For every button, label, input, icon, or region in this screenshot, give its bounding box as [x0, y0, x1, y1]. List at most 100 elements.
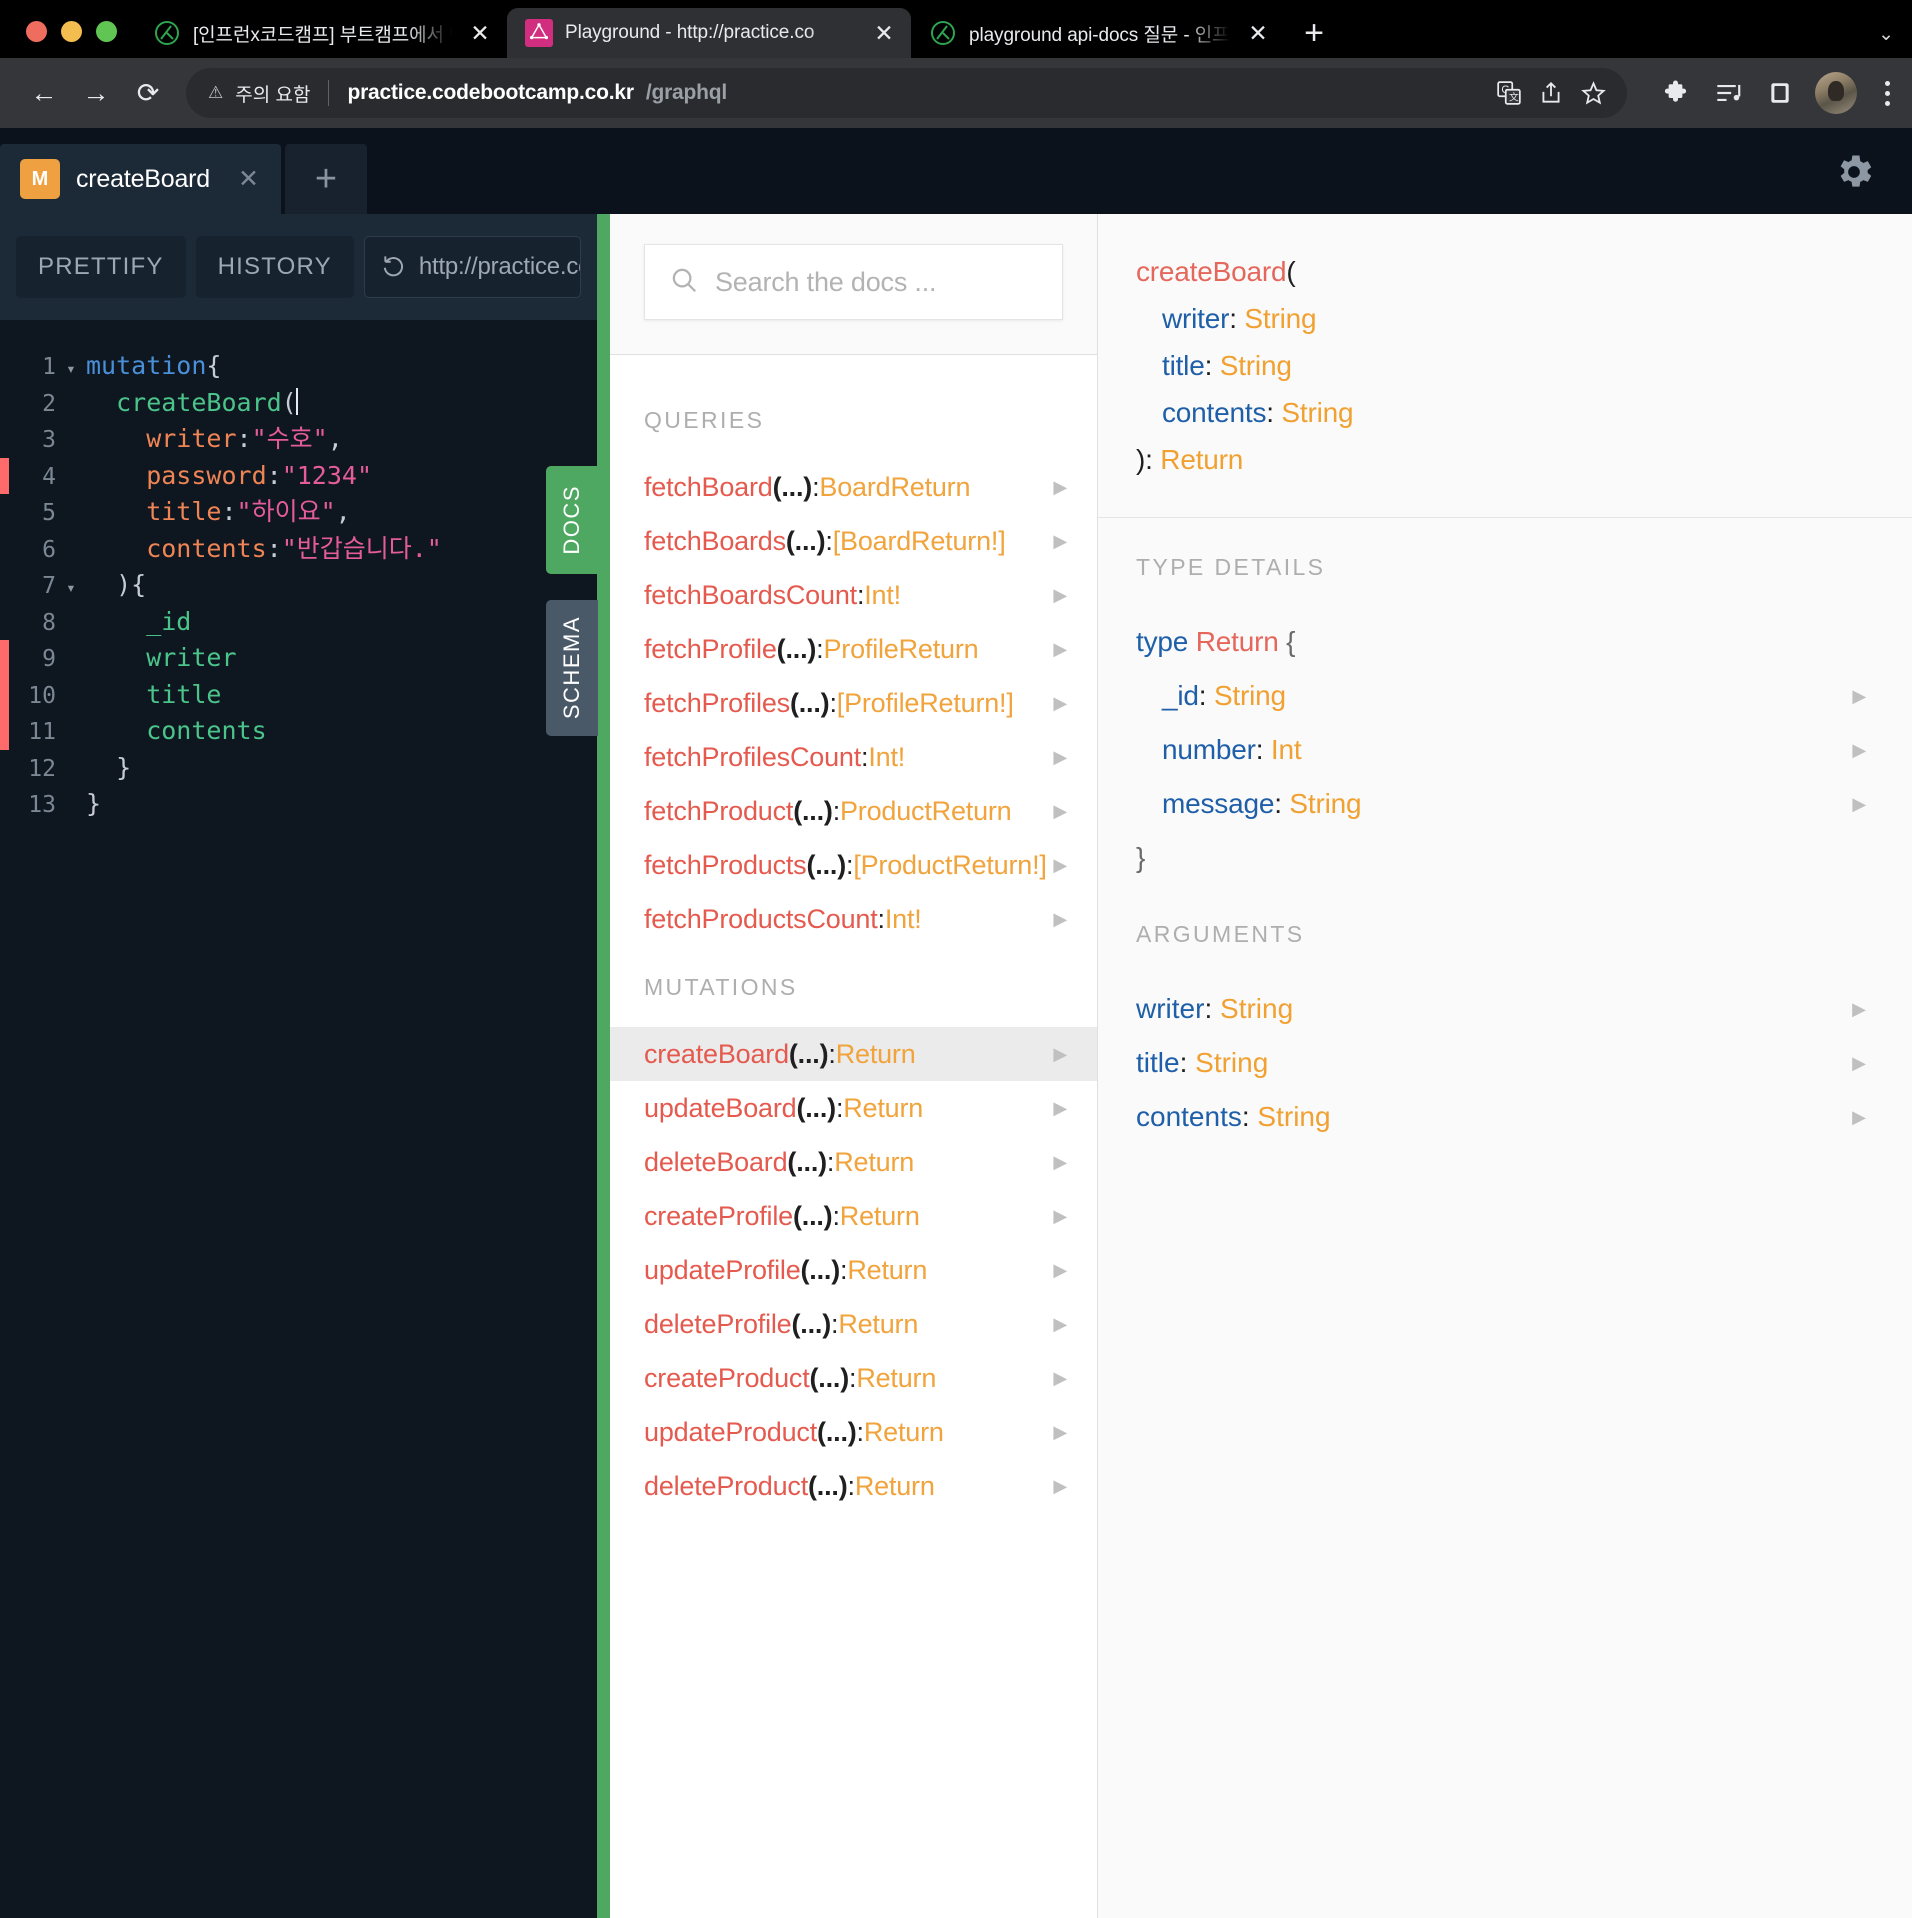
- argument-row[interactable]: writer: String ▶: [1136, 982, 1874, 1036]
- type-field-row[interactable]: _id: String ▶: [1136, 669, 1874, 723]
- docs-field-colon: :: [849, 1362, 857, 1393]
- endpoint-input[interactable]: http://practice.codeboo: [363, 236, 581, 298]
- chevron-right-icon[interactable]: ▶: [1053, 531, 1067, 552]
- chevron-right-icon[interactable]: ▶: [1852, 1036, 1874, 1090]
- chevron-right-icon[interactable]: ▶: [1053, 585, 1067, 606]
- docs-field-item[interactable]: fetchProfiles (...): [ProfileReturn!] ▶: [610, 676, 1097, 730]
- chevron-right-icon[interactable]: ▶: [1053, 855, 1067, 876]
- browser-tab-3[interactable]: playground api-docs 질문 - 인프 ✕: [911, 8, 1285, 58]
- browser-tab-1-title: [인프런x코드캠프] 부트캠프에서 만든: [193, 24, 455, 46]
- type-details-title: TYPE DETAILS: [1136, 554, 1326, 580]
- type-field-row[interactable]: message: String ▶: [1136, 777, 1874, 831]
- graphql-icon: [525, 19, 553, 47]
- chevron-right-icon[interactable]: ▶: [1053, 1152, 1067, 1173]
- playground-tab-close-icon[interactable]: ✕: [238, 164, 259, 194]
- profile-avatar[interactable]: [1815, 72, 1857, 114]
- minimize-window-button[interactable]: [61, 21, 82, 42]
- code-line: 4 password:"1234": [0, 457, 597, 494]
- schema-tab[interactable]: SCHEMA: [546, 600, 598, 736]
- error-gutter-marker: [0, 640, 9, 677]
- chevron-right-icon[interactable]: ▶: [1852, 982, 1874, 1036]
- docs-search-box[interactable]: Search the docs ...: [644, 244, 1063, 320]
- docs-field-item[interactable]: deleteBoard (...): Return ▶: [610, 1135, 1097, 1189]
- docs-schema-list[interactable]: QUERIES fetchBoard (...): BoardReturn ▶ fetc…: [610, 355, 1097, 1918]
- browser-tab-1-close-icon[interactable]: ✕: [467, 21, 493, 45]
- docs-field-item[interactable]: fetchProduct (...): ProductReturn ▶: [610, 784, 1097, 838]
- docs-field-item[interactable]: updateProfile (...): Return ▶: [610, 1243, 1097, 1297]
- docs-field-item[interactable]: fetchProfile (...): ProfileReturn ▶: [610, 622, 1097, 676]
- chevron-right-icon[interactable]: ▶: [1053, 1314, 1067, 1335]
- argument-row[interactable]: title: String ▶: [1136, 1036, 1874, 1090]
- query-editor-column: PRETTIFY HISTORY http://practice.codeboo…: [0, 214, 597, 1918]
- fold-toggle-icon[interactable]: ▾: [56, 570, 86, 607]
- docs-field-type: ProductReturn: [840, 795, 1012, 826]
- settings-gear-icon[interactable]: [1832, 150, 1876, 194]
- docs-panel-resizer[interactable]: [597, 214, 610, 1918]
- docs-field-args: (...): [776, 633, 817, 664]
- docs-field-item[interactable]: fetchBoard (...): BoardReturn ▶: [610, 460, 1097, 514]
- history-button[interactable]: HISTORY: [195, 236, 354, 298]
- docs-field-item[interactable]: fetchBoardsCount: Int! ▶: [610, 568, 1097, 622]
- docs-field-item[interactable]: fetchProducts (...): [ProductReturn!] ▶: [610, 838, 1097, 892]
- media-playlist-icon[interactable]: [1715, 80, 1745, 106]
- docs-tab[interactable]: DOCS: [546, 466, 598, 574]
- docs-field-item[interactable]: fetchBoards (...): [BoardReturn!] ▶: [610, 514, 1097, 568]
- kebab-menu-icon[interactable]: [1879, 80, 1896, 106]
- bookmark-star-icon[interactable]: [1580, 80, 1607, 107]
- browser-tab-2[interactable]: Playground - http://practice.co ✕: [507, 8, 911, 58]
- chevron-right-icon[interactable]: ▶: [1053, 1260, 1067, 1281]
- chevron-right-icon[interactable]: ▶: [1053, 801, 1067, 822]
- docs-section-title: MUTATIONS: [644, 974, 798, 1000]
- maximize-window-button[interactable]: [96, 21, 117, 42]
- side-panel-icon[interactable]: [1767, 80, 1793, 106]
- chevron-right-icon[interactable]: ▶: [1852, 777, 1874, 831]
- chevron-right-icon[interactable]: ▶: [1053, 1206, 1067, 1227]
- docs-field-item[interactable]: createBoard (...): Return ▶: [610, 1027, 1097, 1081]
- docs-field-item[interactable]: deleteProduct (...): Return ▶: [610, 1459, 1097, 1513]
- docs-field-colon: :: [861, 741, 869, 772]
- docs-field-item[interactable]: createProfile (...): Return ▶: [610, 1189, 1097, 1243]
- chevron-right-icon[interactable]: ▶: [1053, 747, 1067, 768]
- docs-field-item[interactable]: updateProduct (...): Return ▶: [610, 1405, 1097, 1459]
- window-traffic-lights[interactable]: [0, 21, 135, 58]
- playground-new-tab-button[interactable]: +: [284, 144, 367, 214]
- chevron-down-icon[interactable]: ⌄: [1878, 23, 1894, 46]
- chevron-right-icon[interactable]: ▶: [1053, 1098, 1067, 1119]
- extensions-puzzle-icon[interactable]: [1663, 78, 1693, 108]
- chevron-right-icon[interactable]: ▶: [1053, 1422, 1067, 1443]
- translate-icon[interactable]: G文: [1496, 80, 1522, 106]
- share-icon[interactable]: [1538, 80, 1564, 106]
- docs-field-item[interactable]: fetchProductsCount: Int! ▶: [610, 892, 1097, 946]
- back-button[interactable]: ←: [20, 69, 68, 117]
- chevron-right-icon[interactable]: ▶: [1053, 693, 1067, 714]
- docs-field-item[interactable]: createProduct (...): Return ▶: [610, 1351, 1097, 1405]
- mutation-badge: M: [20, 159, 60, 199]
- chevron-right-icon[interactable]: ▶: [1053, 639, 1067, 660]
- browser-tab-1[interactable]: [인프런x코드캠프] 부트캠프에서 만든 ✕: [135, 8, 507, 58]
- docs-field-item[interactable]: deleteProfile (...): Return ▶: [610, 1297, 1097, 1351]
- reload-button[interactable]: ⟳: [124, 69, 172, 117]
- chevron-right-icon[interactable]: ▶: [1053, 1368, 1067, 1389]
- browser-tab-2-close-icon[interactable]: ✕: [871, 21, 897, 45]
- prettify-button[interactable]: PRETTIFY: [16, 236, 186, 298]
- chevron-right-icon[interactable]: ▶: [1053, 477, 1067, 498]
- chevron-right-icon[interactable]: ▶: [1053, 909, 1067, 930]
- playground-tab-createboard[interactable]: M createBoard ✕: [0, 144, 281, 214]
- forward-button[interactable]: →: [72, 69, 120, 117]
- fold-toggle-icon[interactable]: ▾: [56, 351, 86, 388]
- address-bar[interactable]: ⚠ 주의 요함 practice.codebootcamp.co.kr/grap…: [186, 68, 1627, 118]
- new-tab-button[interactable]: +: [1285, 8, 1343, 58]
- chevron-right-icon[interactable]: ▶: [1852, 1090, 1874, 1144]
- docs-field-item[interactable]: updateBoard (...): Return ▶: [610, 1081, 1097, 1135]
- chevron-right-icon[interactable]: ▶: [1053, 1476, 1067, 1497]
- query-code-editor[interactable]: 1 ▾ mutation{2 createBoard(3 writer:"수호", 4…: [0, 320, 597, 1918]
- argument-row[interactable]: contents: String ▶: [1136, 1090, 1874, 1144]
- chevron-right-icon[interactable]: ▶: [1852, 723, 1874, 777]
- docs-field-colon: :: [829, 687, 837, 718]
- close-window-button[interactable]: [26, 21, 47, 42]
- browser-tab-3-close-icon[interactable]: ✕: [1245, 21, 1271, 45]
- docs-field-item[interactable]: fetchProfilesCount: Int! ▶: [610, 730, 1097, 784]
- chevron-right-icon[interactable]: ▶: [1852, 669, 1874, 723]
- type-field-row[interactable]: number: Int ▶: [1136, 723, 1874, 777]
- chevron-right-icon[interactable]: ▶: [1053, 1044, 1067, 1065]
